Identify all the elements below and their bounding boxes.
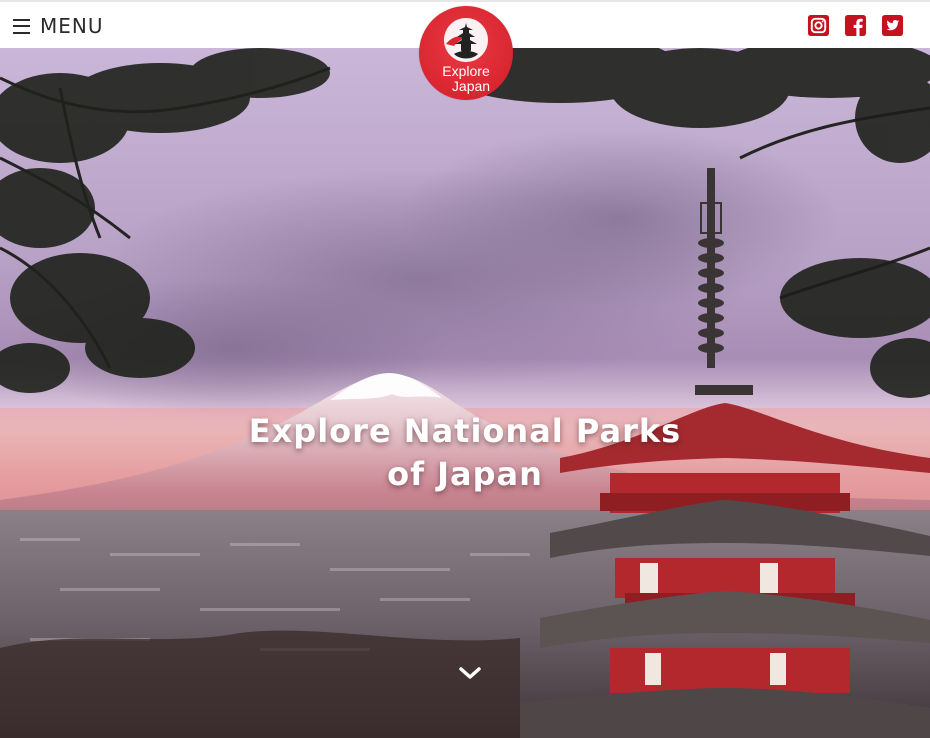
menu-label: MENU bbox=[40, 14, 104, 38]
hero-background-image bbox=[0, 48, 930, 738]
twitter-icon[interactable] bbox=[881, 14, 904, 37]
chevron-down-icon[interactable] bbox=[458, 664, 482, 682]
social-links bbox=[807, 14, 904, 37]
hero-section: Explore National Parks of Japan bbox=[0, 48, 930, 738]
menu-button[interactable]: MENU bbox=[13, 12, 104, 40]
hero-title-line-2: of Japan bbox=[387, 455, 543, 493]
logo-line-1: Explore bbox=[442, 63, 490, 79]
site-logo[interactable]: Explore Japan bbox=[419, 6, 513, 100]
page: MENU Explore Japan Explore National Park… bbox=[0, 0, 930, 738]
instagram-icon[interactable] bbox=[807, 14, 830, 37]
hero-title: Explore National Parks of Japan bbox=[0, 410, 930, 496]
logo-line-2: Japan bbox=[451, 78, 491, 94]
logo-text: Explore Japan bbox=[419, 64, 513, 94]
pagoda-icon bbox=[444, 18, 488, 62]
hero-title-line-1: Explore National Parks bbox=[248, 412, 682, 450]
hamburger-icon bbox=[13, 18, 30, 34]
facebook-icon[interactable] bbox=[844, 14, 867, 37]
